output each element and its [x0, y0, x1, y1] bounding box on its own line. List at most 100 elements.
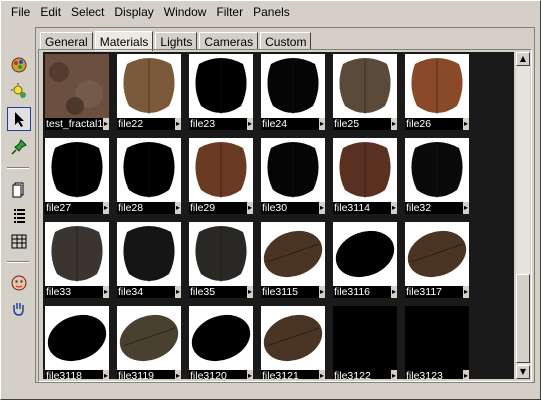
swatch-options-arrow-icon[interactable]: ▸: [319, 286, 325, 298]
swatch-thumbnail[interactable]: [261, 54, 325, 118]
swatch-thumbnail[interactable]: [405, 138, 469, 202]
swatch-thumbnail[interactable]: [405, 222, 469, 286]
swatch-thumbnail[interactable]: [405, 54, 469, 118]
material-swatch[interactable]: file3123 ▸: [405, 306, 469, 379]
swatch-options-arrow-icon[interactable]: ▸: [103, 118, 109, 130]
render-button[interactable]: [7, 53, 31, 77]
swatch-options-arrow-icon[interactable]: ▸: [319, 202, 325, 214]
swatch-options-arrow-icon[interactable]: ▸: [175, 370, 181, 379]
swatch-options-arrow-icon[interactable]: ▸: [175, 118, 181, 130]
swatch-thumbnail[interactable]: [261, 222, 325, 286]
tab-cameras[interactable]: Cameras: [199, 32, 259, 50]
tab-custom[interactable]: Custom: [260, 32, 312, 50]
swatch-thumbnail[interactable]: [117, 222, 181, 286]
swatch-label: file26: [405, 118, 469, 130]
swatch-thumbnail[interactable]: [189, 138, 253, 202]
face-button[interactable]: [7, 271, 31, 295]
swatch-options-arrow-icon[interactable]: ▸: [319, 370, 325, 379]
material-swatch[interactable]: file3116 ▸: [333, 222, 397, 300]
select-tool-button[interactable]: [7, 107, 31, 131]
swatch-thumbnail[interactable]: [45, 222, 109, 286]
swatch-options-arrow-icon[interactable]: ▸: [391, 286, 397, 298]
material-swatch[interactable]: file3119 ▸: [117, 306, 181, 379]
swatch-thumbnail[interactable]: [117, 138, 181, 202]
material-swatch[interactable]: file3120 ▸: [189, 306, 253, 379]
menu-file[interactable]: File: [9, 4, 32, 20]
menu-display[interactable]: Display: [112, 4, 155, 20]
material-swatch[interactable]: file33 ▸: [45, 222, 109, 300]
light-button[interactable]: [7, 79, 31, 103]
swatch-thumbnail[interactable]: [261, 138, 325, 202]
material-swatch[interactable]: test_fractal1 ▸: [45, 54, 109, 132]
swatch-options-arrow-icon[interactable]: ▸: [247, 370, 253, 379]
swatch-options-arrow-icon[interactable]: ▸: [391, 118, 397, 130]
material-swatch[interactable]: file3115 ▸: [261, 222, 325, 300]
material-swatch[interactable]: file26 ▸: [405, 54, 469, 132]
swatch-thumbnail[interactable]: [189, 54, 253, 118]
swatch-thumbnail[interactable]: [333, 54, 397, 118]
menu-window[interactable]: Window: [162, 4, 209, 20]
material-swatch[interactable]: file29 ▸: [189, 138, 253, 216]
tab-materials[interactable]: Materials: [94, 31, 154, 51]
material-swatch[interactable]: file35 ▸: [189, 222, 253, 300]
swatch-options-arrow-icon[interactable]: ▸: [319, 118, 325, 130]
swatch-thumbnail[interactable]: [45, 138, 109, 202]
material-swatch[interactable]: file25 ▸: [333, 54, 397, 132]
material-swatch[interactable]: file3122 ▸: [333, 306, 397, 379]
material-swatch[interactable]: file24 ▸: [261, 54, 325, 132]
swatch-options-arrow-icon[interactable]: ▸: [175, 202, 181, 214]
list-view-button[interactable]: [7, 203, 31, 227]
swatch-options-arrow-icon[interactable]: ▸: [463, 286, 469, 298]
icon-view-button[interactable]: [7, 177, 31, 201]
swatch-thumbnail[interactable]: [261, 306, 325, 370]
material-swatch[interactable]: file28 ▸: [117, 138, 181, 216]
swatch-thumbnail[interactable]: [45, 306, 109, 370]
pin-button[interactable]: [7, 135, 31, 159]
material-swatch[interactable]: file3121 ▸: [261, 306, 325, 379]
swatch-options-arrow-icon[interactable]: ▸: [247, 202, 253, 214]
material-swatch[interactable]: file22 ▸: [117, 54, 181, 132]
swatch-options-arrow-icon[interactable]: ▸: [463, 370, 469, 379]
swatch-options-arrow-icon[interactable]: ▸: [247, 118, 253, 130]
swatch-options-arrow-icon[interactable]: ▸: [103, 370, 109, 379]
swatch-thumbnail[interactable]: [189, 222, 253, 286]
swatch-thumbnail[interactable]: [189, 306, 253, 370]
scroll-up-button[interactable]: ▲: [516, 52, 530, 66]
material-swatch[interactable]: file30 ▸: [261, 138, 325, 216]
material-swatch[interactable]: file27 ▸: [45, 138, 109, 216]
material-swatch[interactable]: file23 ▸: [189, 54, 253, 132]
swatch-options-arrow-icon[interactable]: ▸: [247, 286, 253, 298]
scroll-down-button[interactable]: ▼: [516, 365, 530, 379]
swatch-label: file29: [189, 202, 253, 214]
swatch-thumbnail[interactable]: [333, 306, 397, 370]
material-swatch[interactable]: file3118 ▸: [45, 306, 109, 379]
swatch-options-arrow-icon[interactable]: ▸: [463, 118, 469, 130]
swatch-thumbnail[interactable]: [117, 54, 181, 118]
material-swatch[interactable]: file32 ▸: [405, 138, 469, 216]
tab-lights[interactable]: Lights: [155, 32, 198, 50]
hand-button[interactable]: [7, 297, 31, 321]
menu-filter[interactable]: Filter: [214, 4, 245, 20]
swatch-options-arrow-icon[interactable]: ▸: [103, 286, 109, 298]
swatch-thumbnail[interactable]: [333, 222, 397, 286]
tab-general[interactable]: General: [40, 32, 93, 50]
menu-panels[interactable]: Panels: [251, 4, 292, 20]
material-swatch[interactable]: file3114 ▸: [333, 138, 397, 216]
vertical-scrollbar[interactable]: ▲ ▼: [516, 52, 530, 379]
scroll-thumb[interactable]: [516, 274, 530, 363]
tab-bar: General Materials Lights Cameras Custom: [40, 30, 313, 51]
swatch-thumbnail[interactable]: [45, 54, 109, 118]
swatch-options-arrow-icon[interactable]: ▸: [391, 202, 397, 214]
swatch-thumbnail[interactable]: [405, 306, 469, 370]
menu-edit[interactable]: Edit: [38, 4, 63, 20]
swatch-options-arrow-icon[interactable]: ▸: [463, 202, 469, 214]
swatch-options-arrow-icon[interactable]: ▸: [391, 370, 397, 379]
menu-select[interactable]: Select: [69, 4, 106, 20]
swatch-thumbnail[interactable]: [333, 138, 397, 202]
swatch-thumbnail[interactable]: [117, 306, 181, 370]
swatch-options-arrow-icon[interactable]: ▸: [175, 286, 181, 298]
material-swatch[interactable]: file3117 ▸: [405, 222, 469, 300]
swatch-options-arrow-icon[interactable]: ▸: [103, 202, 109, 214]
material-swatch[interactable]: file34 ▸: [117, 222, 181, 300]
detail-view-button[interactable]: [7, 229, 31, 253]
